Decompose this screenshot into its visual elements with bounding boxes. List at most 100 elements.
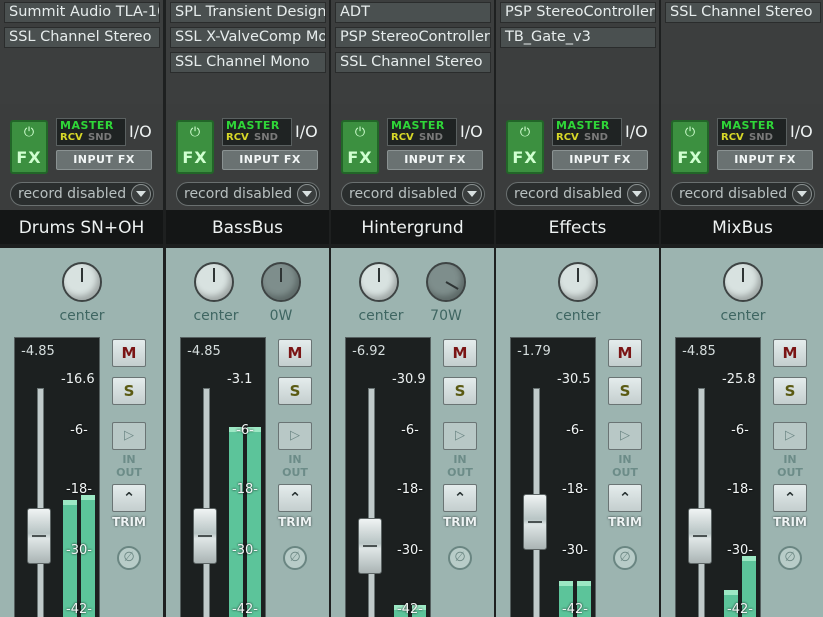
envelope-icon[interactable]: ⌃	[112, 484, 146, 512]
pan-knob[interactable]	[558, 262, 598, 302]
level-meter-fill	[247, 427, 261, 617]
master-send-toggle[interactable]: MASTER RCV SND	[387, 118, 457, 146]
peak-readout: -3.1	[227, 372, 253, 387]
fx-enable-button[interactable]: ⏻ FX	[671, 120, 709, 174]
volume-fader-handle[interactable]	[358, 517, 382, 574]
record-mode-dropdown[interactable]: record disabled	[341, 182, 485, 206]
envelope-icon[interactable]: ⌃	[443, 484, 477, 512]
solo-button[interactable]: S	[773, 377, 807, 405]
io-button[interactable]: I/O	[790, 122, 813, 142]
record-mode-dropdown[interactable]: record disabled	[10, 182, 154, 206]
volume-fader-handle[interactable]	[688, 508, 712, 564]
master-send-toggle[interactable]: MASTER RCV SND	[222, 118, 292, 146]
mute-button[interactable]: M	[608, 339, 642, 367]
input-fx-button[interactable]: INPUT FX	[222, 150, 318, 170]
fx-chain: ADT PSP StereoController SSL Channel Stere…	[331, 0, 494, 104]
meter-scale-label: -30-	[397, 543, 423, 558]
track-name[interactable]: MixBus	[661, 210, 823, 244]
fx-slot[interactable]: SSL X-ValveComp Mono	[170, 27, 326, 48]
fx-label: FX	[182, 148, 208, 167]
mute-button[interactable]: M	[773, 339, 807, 367]
snd-label: SND	[749, 132, 773, 143]
phase-invert-icon[interactable]: ∅	[778, 546, 802, 570]
input-fx-button[interactable]: INPUT FX	[56, 150, 152, 170]
volume-fader-handle[interactable]	[27, 508, 51, 564]
phase-invert-icon[interactable]: ∅	[613, 546, 637, 570]
play-icon[interactable]: ▷	[278, 422, 312, 450]
mute-button[interactable]: M	[112, 339, 146, 367]
track-name[interactable]: Hintergrund	[331, 210, 494, 244]
fx-chain: Summit Audio TLA-100 SSL Channel Stereo	[0, 0, 163, 104]
meter-scale-label: -30-	[232, 543, 258, 558]
fx-slot[interactable]: ADT	[335, 2, 491, 23]
volume-fader-handle[interactable]	[193, 508, 217, 564]
pan-knob[interactable]	[723, 262, 763, 302]
pan-knob[interactable]	[194, 262, 234, 302]
width-knob[interactable]	[426, 262, 466, 302]
fx-enable-button[interactable]: ⏻ FX	[10, 120, 48, 174]
envelope-icon[interactable]: ⌃	[773, 484, 807, 512]
fx-chain: PSP StereoController TB_Gate_v3	[496, 0, 659, 104]
mute-button[interactable]: M	[443, 339, 477, 367]
fx-slot[interactable]: SSL Channel Stereo	[665, 2, 821, 23]
volume-fader-handle[interactable]	[523, 493, 547, 550]
power-icon: ⏻	[354, 125, 366, 140]
track-name[interactable]: Drums SN+OH	[0, 210, 163, 244]
fx-slot[interactable]: Summit Audio TLA-100	[4, 2, 160, 23]
inout-label: IN OUT	[612, 453, 638, 479]
master-label: MASTER	[226, 119, 280, 132]
track-name[interactable]: Effects	[496, 210, 659, 244]
fx-slot[interactable]: PSP StereoController	[500, 2, 656, 23]
fx-slot[interactable]: TB_Gate_v3	[500, 27, 656, 48]
fader-meter: -4.85 -16.6 -6- -18- -30- -42-	[14, 337, 100, 617]
pan-knob[interactable]	[359, 262, 399, 302]
input-fx-button[interactable]: INPUT FX	[387, 150, 483, 170]
solo-button[interactable]: S	[608, 377, 642, 405]
phase-invert-icon[interactable]: ∅	[283, 546, 307, 570]
fx-slot[interactable]: SSL Channel Mono	[170, 52, 326, 73]
envelope-icon[interactable]: ⌃	[608, 484, 642, 512]
play-icon[interactable]: ▷	[112, 422, 146, 450]
width-knob[interactable]	[261, 262, 301, 302]
io-button[interactable]: I/O	[295, 122, 318, 142]
record-mode-dropdown[interactable]: record disabled	[671, 182, 815, 206]
phase-invert-icon[interactable]: ∅	[448, 546, 472, 570]
record-mode-value: record disabled	[18, 186, 127, 202]
fx-slot[interactable]: SSL Channel Stereo	[4, 27, 160, 48]
record-mode-dropdown[interactable]: record disabled	[506, 182, 650, 206]
io-button[interactable]: I/O	[625, 122, 648, 142]
fx-slot[interactable]: SSL Channel Stereo	[335, 52, 491, 73]
fx-slot[interactable]: PSP StereoController	[335, 27, 491, 48]
play-icon[interactable]: ▷	[608, 422, 642, 450]
fx-enable-button[interactable]: ⏻ FX	[341, 120, 379, 174]
fx-slot[interactable]: SPL Transient Designer	[170, 2, 326, 23]
fx-enable-button[interactable]: ⏻ FX	[176, 120, 214, 174]
io-button[interactable]: I/O	[129, 122, 152, 142]
solo-button[interactable]: S	[112, 377, 146, 405]
play-icon[interactable]: ▷	[443, 422, 477, 450]
trim-label: TRIM	[773, 515, 807, 529]
track-name[interactable]: BassBus	[166, 210, 329, 244]
solo-button[interactable]: S	[278, 377, 312, 405]
mute-button[interactable]: M	[278, 339, 312, 367]
record-mode-dropdown[interactable]: record disabled	[176, 182, 320, 206]
envelope-icon[interactable]: ⌃	[278, 484, 312, 512]
play-icon[interactable]: ▷	[773, 422, 807, 450]
input-fx-button[interactable]: INPUT FX	[552, 150, 648, 170]
solo-button[interactable]: S	[443, 377, 477, 405]
io-button[interactable]: I/O	[460, 122, 483, 142]
knob-indicator	[280, 268, 282, 282]
fx-enable-button[interactable]: ⏻ FX	[506, 120, 544, 174]
snd-label: SND	[584, 132, 608, 143]
master-send-toggle[interactable]: MASTER RCV SND	[552, 118, 622, 146]
phase-invert-icon[interactable]: ∅	[117, 546, 141, 570]
width-value: 0W	[269, 308, 293, 324]
pan-knob[interactable]	[62, 262, 102, 302]
master-send-toggle[interactable]: MASTER RCV SND	[56, 118, 126, 146]
master-send-toggle[interactable]: MASTER RCV SND	[717, 118, 787, 146]
input-fx-button[interactable]: INPUT FX	[717, 150, 813, 170]
snd-label: SND	[419, 132, 443, 143]
mixer-strip: ADT PSP StereoController SSL Channel Stere…	[331, 0, 494, 617]
fader-meter: -4.85 -3.1 -6- -18- -30- -42-	[180, 337, 266, 617]
peak-readout: -30.9	[392, 372, 426, 387]
